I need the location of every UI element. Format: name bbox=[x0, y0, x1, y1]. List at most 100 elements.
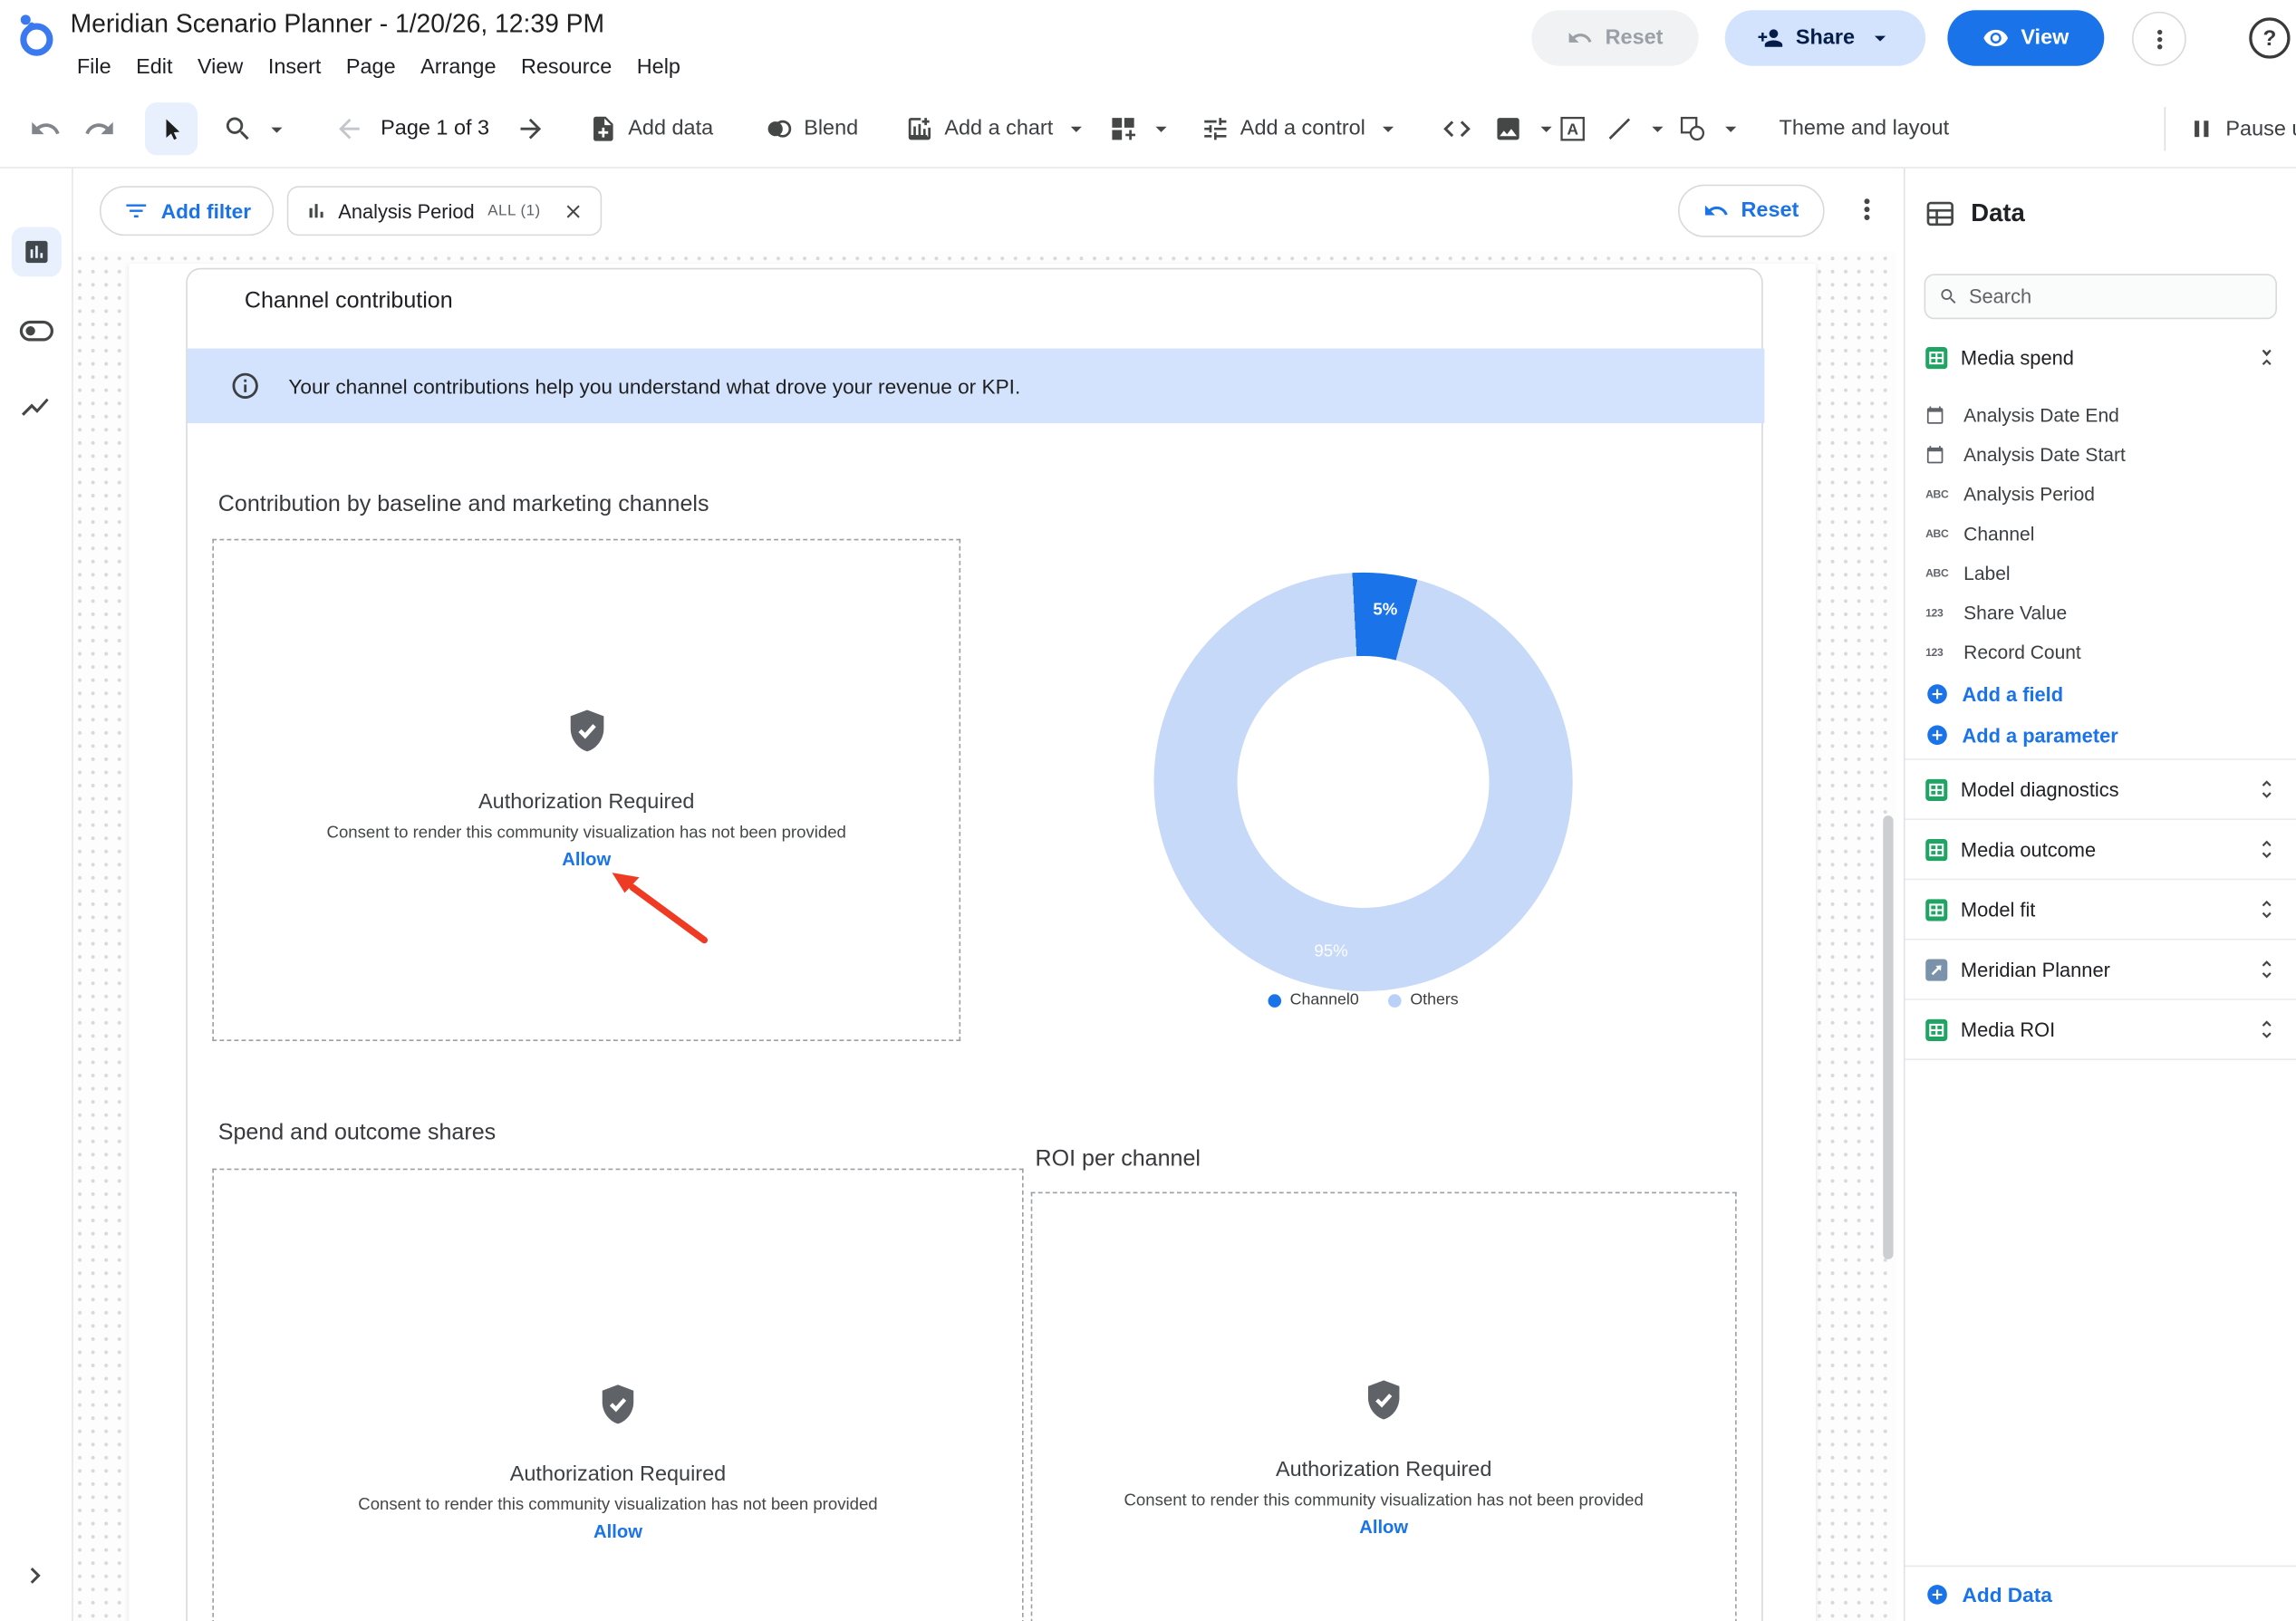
person-add-icon bbox=[1758, 24, 1784, 51]
trends-tab[interactable] bbox=[19, 391, 52, 423]
legend-item-others[interactable]: Others bbox=[1388, 991, 1459, 1008]
roi-chart-widget[interactable]: Authorization Required Consent to render… bbox=[1031, 1192, 1737, 1621]
view-button[interactable]: View bbox=[1947, 10, 2104, 65]
menu-help[interactable]: Help bbox=[624, 53, 693, 82]
menu-file[interactable]: File bbox=[64, 53, 123, 82]
field-row[interactable]: 123 Record Count bbox=[1905, 632, 2296, 672]
add-field-button[interactable]: Add a field bbox=[1905, 673, 2296, 714]
community-visualizations-button[interactable] bbox=[1108, 114, 1174, 143]
vertical-scrollbar[interactable] bbox=[1883, 815, 1893, 1259]
filter-reset-label: Reset bbox=[1741, 199, 1799, 223]
page-indicator[interactable]: Page 1 of 3 bbox=[381, 117, 489, 140]
source-name: Media ROI bbox=[1961, 1018, 2242, 1040]
previous-page-button[interactable] bbox=[333, 113, 364, 144]
primary-source-row[interactable]: Media spend bbox=[1905, 335, 2296, 379]
channel-contribution-card[interactable]: Channel contribution Your channel contri… bbox=[186, 268, 1763, 1621]
add-chart-button[interactable]: Add a chart bbox=[905, 114, 1090, 143]
source-row[interactable]: Model diagnostics bbox=[1905, 758, 2296, 818]
report-canvas[interactable]: Channel contribution Your channel contri… bbox=[73, 252, 1896, 1621]
shape-tool-button[interactable] bbox=[1678, 114, 1744, 143]
source-row[interactable]: Media ROI bbox=[1905, 999, 2296, 1058]
menu-edit[interactable]: Edit bbox=[123, 53, 185, 82]
data-search-input[interactable] bbox=[1969, 285, 2262, 307]
menu-insert[interactable]: Insert bbox=[256, 53, 333, 82]
eye-icon bbox=[1982, 24, 2009, 51]
add-field-label: Add a field bbox=[1963, 683, 2064, 705]
field-row[interactable]: ABC Channel bbox=[1905, 514, 2296, 554]
blend-button[interactable]: Blend bbox=[765, 114, 859, 143]
collapse-icon[interactable] bbox=[2255, 345, 2279, 369]
donut-hole bbox=[1238, 656, 1490, 908]
spend-outcome-chart-widget[interactable]: Authorization Required Consent to render… bbox=[212, 1169, 1023, 1621]
select-tool-button[interactable] bbox=[145, 102, 198, 155]
image-tool-button[interactable] bbox=[1493, 114, 1559, 143]
unfold-more-icon[interactable] bbox=[2255, 898, 2279, 921]
allow-link[interactable]: Allow bbox=[593, 1521, 642, 1542]
data-table-icon bbox=[1925, 198, 1957, 230]
add-data-bottom-button[interactable]: Add Data bbox=[1905, 1566, 2296, 1621]
filter-chip-scope: ALL (1) bbox=[487, 202, 540, 219]
undo-icon bbox=[1568, 24, 1594, 51]
theme-layout-button[interactable]: Theme and layout bbox=[1780, 117, 1950, 140]
controls-tab[interactable] bbox=[19, 314, 54, 349]
filter-reset-button[interactable]: Reset bbox=[1678, 185, 1824, 237]
chevron-down-icon bbox=[1718, 116, 1744, 142]
field-row[interactable]: 123 Share Value bbox=[1905, 593, 2296, 633]
share-dropdown-icon[interactable] bbox=[1867, 24, 1893, 51]
share-button[interactable]: Share bbox=[1725, 10, 1925, 65]
add-filter-label: Add filter bbox=[161, 199, 251, 223]
report-view-tab[interactable] bbox=[12, 227, 62, 276]
field-row[interactable]: ABC Label bbox=[1905, 554, 2296, 593]
undo-button[interactable] bbox=[29, 112, 62, 145]
add-parameter-button[interactable]: Add a parameter bbox=[1905, 715, 2296, 756]
data-panel-header: Data bbox=[1925, 198, 2025, 230]
data-search-box[interactable] bbox=[1925, 274, 2277, 319]
field-row[interactable]: Analysis Date Start bbox=[1905, 435, 2296, 475]
help-button[interactable]: ? bbox=[2249, 17, 2290, 58]
next-page-button[interactable] bbox=[516, 113, 546, 144]
source-row[interactable]: Model fit bbox=[1905, 879, 2296, 939]
analysis-period-filter-chip[interactable]: Analysis Period ALL (1) bbox=[287, 186, 603, 236]
text-tool-button[interactable]: A bbox=[1558, 114, 1587, 143]
unfold-more-icon[interactable] bbox=[2255, 837, 2279, 861]
add-filter-button[interactable]: Add filter bbox=[100, 186, 275, 236]
field-row[interactable]: Analysis Date End bbox=[1905, 395, 2296, 435]
zoom-tool-button[interactable] bbox=[223, 113, 290, 144]
header-more-options-button[interactable] bbox=[2132, 12, 2186, 66]
menu-arrange[interactable]: Arrange bbox=[408, 53, 508, 82]
expand-rail-button[interactable] bbox=[19, 1559, 52, 1592]
sheet-icon bbox=[1925, 346, 1947, 368]
field-name: Channel bbox=[1963, 523, 2034, 545]
embed-button[interactable] bbox=[1441, 112, 1473, 145]
menu-view[interactable]: View bbox=[185, 53, 256, 82]
filter-bar-more-button[interactable] bbox=[1851, 193, 1884, 226]
source-row[interactable]: Meridian Planner bbox=[1905, 939, 2296, 999]
toggle-icon bbox=[19, 314, 54, 349]
menu-resource[interactable]: Resource bbox=[508, 53, 624, 82]
shield-icon bbox=[594, 1381, 642, 1428]
legend-item-channel0[interactable]: Channel0 bbox=[1268, 991, 1358, 1008]
pause-updates-button[interactable]: Pause u bbox=[2187, 115, 2296, 143]
add-control-button[interactable]: Add a control bbox=[1201, 114, 1402, 143]
add-data-button[interactable]: Add data bbox=[589, 114, 713, 143]
field-row[interactable]: ABC Analysis Period bbox=[1905, 475, 2296, 515]
menu-page[interactable]: Page bbox=[333, 53, 408, 82]
report-title[interactable]: Meridian Scenario Planner - 1/20/26, 12:… bbox=[71, 9, 605, 40]
allow-link[interactable]: Allow bbox=[562, 849, 611, 870]
unfold-more-icon[interactable] bbox=[2255, 958, 2279, 981]
chevron-down-icon bbox=[1533, 116, 1559, 142]
allow-link[interactable]: Allow bbox=[1359, 1517, 1408, 1538]
contribution-donut-chart[interactable]: 5% 95% bbox=[1153, 573, 1572, 991]
source-row[interactable]: Media outcome bbox=[1905, 818, 2296, 878]
looker-studio-logo-icon[interactable] bbox=[10, 10, 60, 60]
sheet-icon bbox=[1925, 778, 1947, 800]
redo-button[interactable] bbox=[83, 112, 116, 145]
unfold-more-icon[interactable] bbox=[2255, 777, 2279, 801]
close-icon[interactable] bbox=[563, 200, 584, 222]
contribution-chart-widget[interactable]: Authorization Required Consent to render… bbox=[212, 539, 960, 1041]
legend-label-channel0: Channel0 bbox=[1290, 991, 1359, 1008]
unfold-more-icon[interactable] bbox=[2255, 1018, 2279, 1041]
menubar: File Edit View Insert Page Arrange Resou… bbox=[64, 53, 693, 82]
header-reset-button[interactable]: Reset bbox=[1531, 10, 1698, 65]
line-tool-button[interactable] bbox=[1605, 114, 1671, 143]
